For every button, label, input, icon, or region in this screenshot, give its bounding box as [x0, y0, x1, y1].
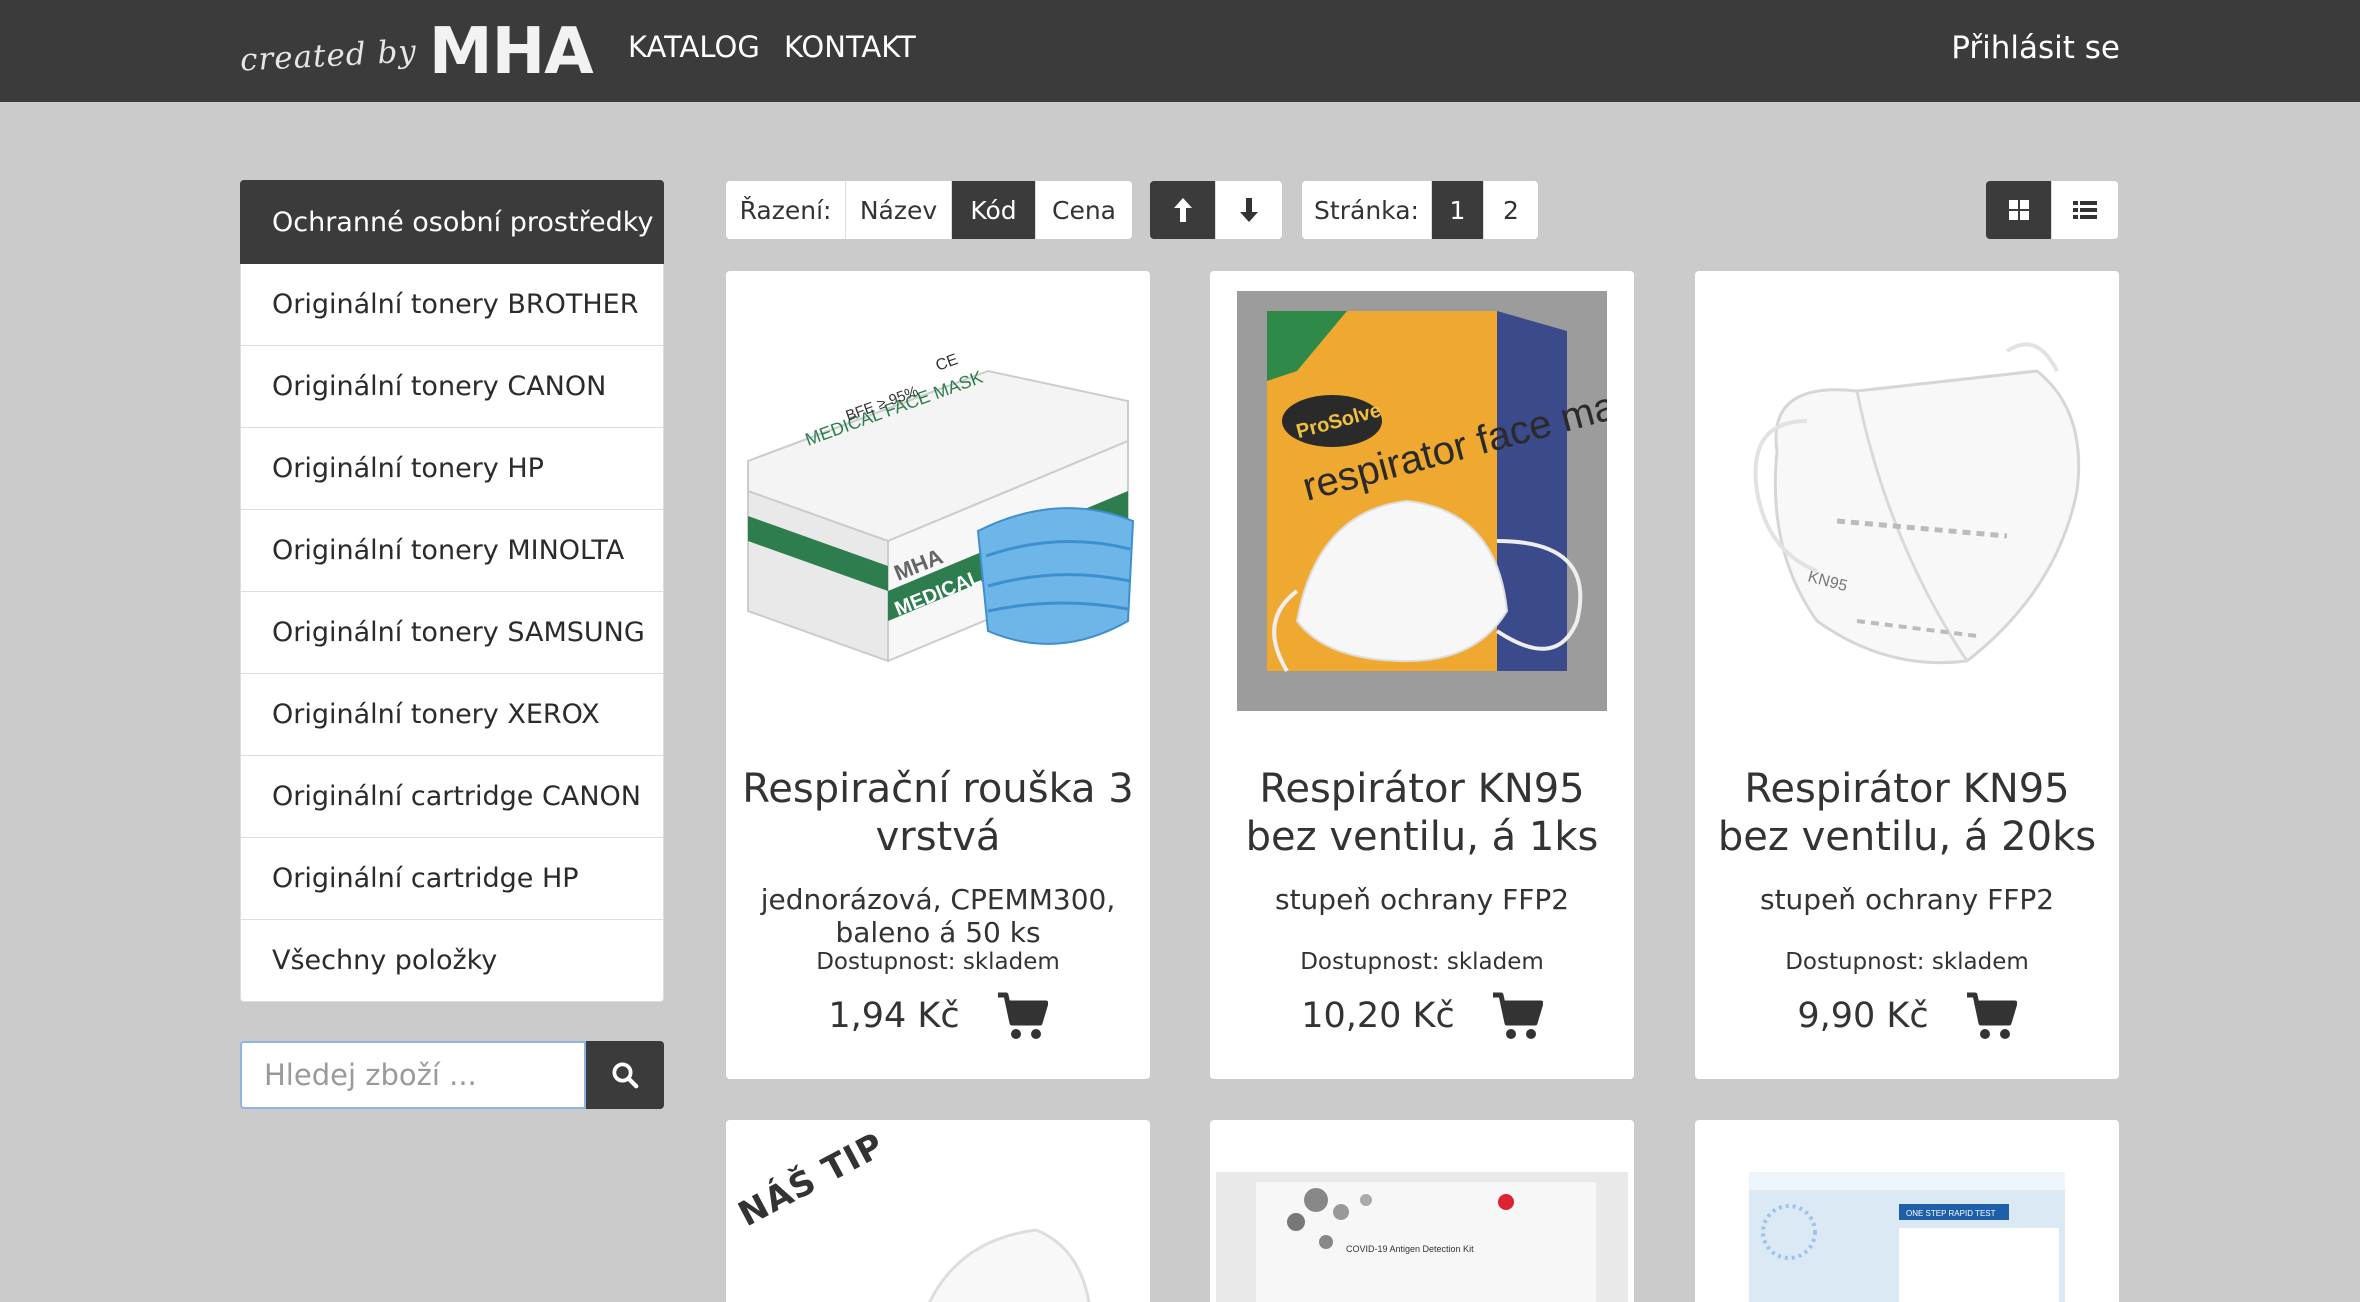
product-image[interactable]: ONE STEP RAPID TEST [1749, 1172, 2065, 1302]
product-title[interactable]: Respirátor KN95 bez ventilu, á 20ks [1695, 765, 2119, 861]
arrow-up-icon [1173, 198, 1192, 222]
sort-by-name-button[interactable]: Název [846, 181, 952, 239]
top-navbar: created by MHA KATALOG KONTAKT Přihlásit… [0, 0, 2360, 102]
product-image[interactable]: KN95 [1707, 291, 2107, 711]
sort-direction-toolbar [1150, 181, 1282, 239]
category-item-tonery-minolta[interactable]: Originální tonery MINOLTA [240, 510, 664, 592]
antigen-kit-label: COVID-19 Antigen Detection Kit [1346, 1244, 1474, 1254]
logo-mha: MHA [428, 15, 594, 89]
category-item-cartridge-canon[interactable]: Originální cartridge CANON [240, 756, 664, 838]
nav-kontakt[interactable]: KONTAKT [784, 30, 916, 64]
cart-icon [997, 992, 1048, 1039]
add-to-cart-button[interactable] [1965, 991, 2017, 1041]
category-item-tonery-brother[interactable]: Originální tonery BROTHER [240, 264, 664, 346]
login-link[interactable]: Přihlásit se [1951, 30, 2120, 66]
product-image[interactable]: ProSolve respirator face mask [1222, 291, 1622, 711]
pagination: Stránka: 1 2 [1302, 181, 1538, 239]
product-image[interactable]: MEDICAL FACE MASK MHA MEDICAL FACE MASK … [738, 291, 1138, 711]
sort-by-price-button[interactable]: Cena [1036, 181, 1132, 239]
product-search [240, 1041, 664, 1109]
grid-view-button[interactable] [1986, 181, 2052, 239]
product-availability: Dostupnost: skladem [816, 949, 1060, 975]
product-price: 1,94 Kč [828, 996, 960, 1036]
category-item-cartridge-hp[interactable]: Originální cartridge HP [240, 838, 664, 920]
arrow-down-icon [1240, 198, 1258, 222]
add-to-cart-button[interactable] [1491, 991, 1543, 1041]
product-availability: Dostupnost: skladem [1300, 949, 1544, 975]
product-card[interactable]: KN95 Respirátor KN95 bez ventilu, á 20ks… [1695, 271, 2119, 1079]
page-2-button[interactable]: 2 [1484, 181, 1538, 239]
search-icon [612, 1062, 639, 1089]
product-availability: Dostupnost: skladem [1785, 949, 2029, 975]
product-subtitle: stupeň ochrany FFP2 [1274, 883, 1570, 916]
product-price: 9,90 Kč [1797, 996, 1929, 1036]
cart-icon [1492, 992, 1543, 1039]
nas-tip-badge: NÁŠ TIP [731, 1125, 891, 1235]
category-sidebar: Ochranné osobní prostředky Originální to… [240, 180, 664, 1002]
view-mode-toggle [1986, 181, 2118, 239]
product-title[interactable]: Respirátor KN95 bez ventilu, á 1ks [1210, 765, 1634, 861]
nav-katalog[interactable]: KATALOG [628, 30, 760, 64]
logo-created-by: created by [239, 33, 418, 79]
product-price: 10,20 Kč [1301, 996, 1455, 1036]
list-view-icon [2073, 201, 2097, 219]
price-row: 10,20 Kč [1210, 991, 1634, 1041]
product-card[interactable]: COVID-19 Antigen Detection Kit [1210, 1120, 1634, 1302]
category-item-tonery-hp[interactable]: Originální tonery HP [240, 428, 664, 510]
sort-toolbar: Řazení: Název Kód Cena [726, 181, 1132, 239]
search-input[interactable] [240, 1041, 586, 1109]
price-row: 9,90 Kč [1695, 991, 2119, 1041]
category-item-vsechny-polozky[interactable]: Všechny položky [240, 920, 664, 1002]
product-card[interactable]: MEDICAL FACE MASK MHA MEDICAL FACE MASK … [726, 271, 1150, 1079]
sort-by-code-button[interactable]: Kód [952, 181, 1036, 239]
price-row: 1,94 Kč [726, 991, 1150, 1041]
page-label: Stránka: [1302, 181, 1432, 239]
sort-label: Řazení: [726, 181, 846, 239]
product-card[interactable]: ProSolve respirator face mask Respirátor… [1210, 271, 1634, 1079]
product-title[interactable]: Respirační rouška 3 vrstvá [726, 765, 1150, 861]
sort-ascending-button[interactable] [1150, 181, 1216, 239]
list-view-button[interactable] [2052, 181, 2118, 239]
category-item-ochranne-prostredky[interactable]: Ochranné osobní prostředky [240, 180, 664, 264]
product-card[interactable]: NÁŠ TIP [726, 1120, 1150, 1302]
product-image[interactable] [916, 1220, 1096, 1302]
cart-icon [1966, 992, 2017, 1039]
product-subtitle: jednorázová, CPEMM300, baleno á 50 ks [760, 883, 1116, 949]
category-item-tonery-samsung[interactable]: Originální tonery SAMSUNG [240, 592, 664, 674]
search-button[interactable] [586, 1041, 664, 1109]
category-item-tonery-xerox[interactable]: Originální tonery XEROX [240, 674, 664, 756]
sort-descending-button[interactable] [1216, 181, 1282, 239]
rapid-test-label: ONE STEP RAPID TEST [1906, 1209, 1996, 1218]
mask-box-ce: CE [934, 351, 961, 375]
page-1-button[interactable]: 1 [1432, 181, 1484, 239]
product-subtitle: stupeň ochrany FFP2 [1759, 883, 2055, 916]
product-card[interactable]: ONE STEP RAPID TEST [1695, 1120, 2119, 1302]
brand-logo[interactable]: created by MHA [239, 14, 594, 89]
grid-view-icon [2008, 200, 2029, 220]
product-image[interactable]: COVID-19 Antigen Detection Kit [1216, 1172, 1628, 1302]
category-item-tonery-canon[interactable]: Originální tonery CANON [240, 346, 664, 428]
add-to-cart-button[interactable] [996, 991, 1048, 1041]
